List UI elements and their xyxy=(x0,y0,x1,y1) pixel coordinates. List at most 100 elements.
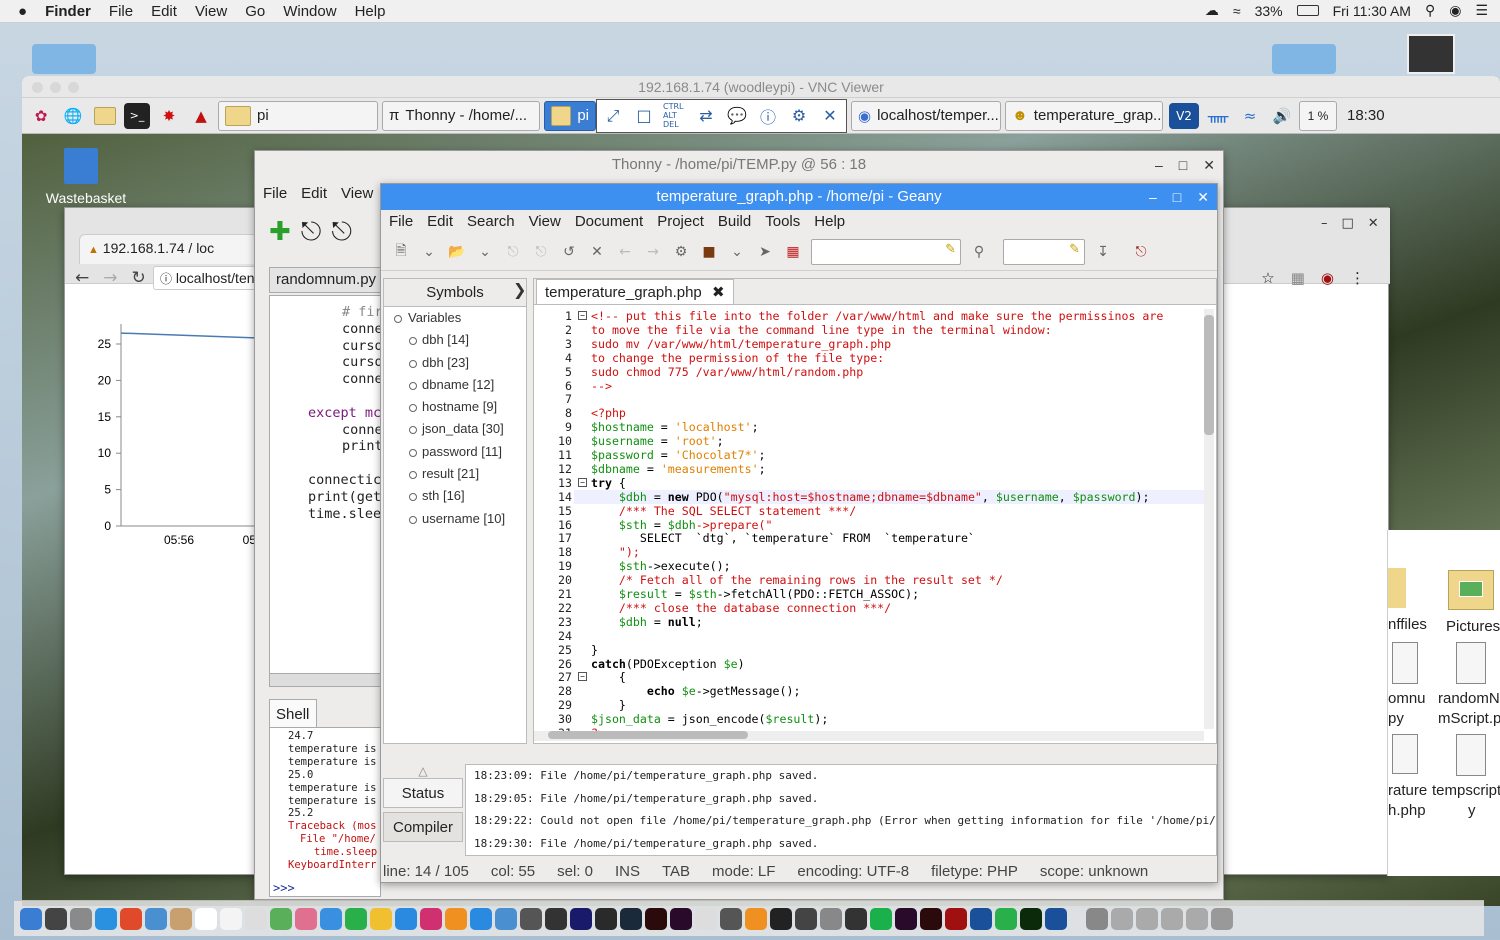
info-icon[interactable]: ⓘ xyxy=(756,104,780,128)
dock-app-icon[interactable] xyxy=(370,907,392,930)
fold-marker-icon[interactable]: − xyxy=(578,311,587,320)
goto-icon[interactable]: ↧ xyxy=(1093,242,1113,262)
dock-app-icon[interactable] xyxy=(595,907,617,930)
apple-icon[interactable]: ● xyxy=(18,3,27,20)
code-line[interactable]: $hostname = 'localhost'; xyxy=(591,420,759,434)
symbol-group-variables[interactable]: Variables xyxy=(384,307,526,329)
code-line[interactable]: } xyxy=(591,698,626,712)
dock-app-icon[interactable] xyxy=(570,907,592,930)
compiler-tab[interactable]: Compiler xyxy=(383,812,463,842)
dock-app-icon[interactable] xyxy=(995,907,1017,930)
star-icon[interactable]: ☆ xyxy=(1261,269,1274,287)
symbol-item[interactable]: sth [16] xyxy=(384,485,526,507)
dock-app-icon[interactable] xyxy=(745,907,767,930)
wifi-icon[interactable]: ≈ xyxy=(1237,103,1263,129)
battery-icon[interactable] xyxy=(1296,5,1319,16)
code-line[interactable]: $dbh = new PDO("mysql:host=$hostname;dbn… xyxy=(591,490,1150,504)
close-connection-icon[interactable]: ✕ xyxy=(818,104,842,128)
editor-hscrollbar[interactable] xyxy=(534,731,1204,741)
dock-app-icon[interactable] xyxy=(1020,907,1042,930)
dock-app-icon[interactable] xyxy=(195,907,217,930)
back-icon[interactable]: ← xyxy=(75,268,89,288)
back-icon[interactable]: ← xyxy=(615,242,635,262)
new-file-icon[interactable]: 🗎 xyxy=(391,242,411,262)
desktop-folder-icon[interactable] xyxy=(32,44,96,74)
dock-app-icon[interactable] xyxy=(945,907,967,930)
menu-help[interactable]: Help xyxy=(814,213,845,230)
code-line[interactable]: $result = $sth->fetchAll(PDO::FETCH_ASSO… xyxy=(591,587,919,601)
file-label[interactable]: tempscript xyxy=(1432,782,1500,799)
symbol-item[interactable]: dbname [12] xyxy=(384,374,526,396)
menu-help[interactable]: Help xyxy=(355,3,386,20)
tab-temperature-graph[interactable]: temperature_graph.php ✖ xyxy=(536,279,734,304)
menu-view[interactable]: View xyxy=(529,213,561,230)
menu-finder[interactable]: Finder xyxy=(45,3,91,20)
code-line[interactable]: to change the permission of the file typ… xyxy=(591,351,884,365)
color-chooser-icon[interactable]: ▦ xyxy=(783,242,803,262)
symbol-item[interactable]: username [10] xyxy=(384,508,526,530)
dock-app-icon[interactable] xyxy=(1086,907,1108,930)
menu-edit[interactable]: Edit xyxy=(151,3,177,20)
thonny-code-line[interactable]: curso xyxy=(342,354,380,370)
dock-app-icon[interactable] xyxy=(70,907,92,930)
dock-app-icon[interactable] xyxy=(1161,907,1183,930)
quit-icon[interactable]: ⎋ xyxy=(1131,242,1151,262)
taskbar-button-pi-active[interactable]: pi xyxy=(544,100,596,131)
thonny-code-line[interactable]: # fir xyxy=(342,304,380,320)
clear-icon[interactable]: ✎ xyxy=(1069,242,1080,257)
dock-app-icon[interactable] xyxy=(470,907,492,930)
code-line[interactable]: /*** close the database connection ***/ xyxy=(591,601,891,615)
menu-view[interactable]: View xyxy=(341,185,373,202)
dock-app-icon[interactable] xyxy=(345,907,367,930)
taskbar-button-pi[interactable]: pi xyxy=(218,100,378,131)
dock-app-icon[interactable] xyxy=(820,907,842,930)
file-label[interactable]: rature xyxy=(1388,782,1427,799)
dock-app-icon[interactable] xyxy=(1111,907,1133,930)
shell-output[interactable]: 24.7 temperature is temperature is 25.0 temp… xyxy=(269,727,381,897)
status-tab[interactable]: Status xyxy=(383,778,463,808)
new-file-icon[interactable]: ✚ xyxy=(269,217,291,248)
code-line[interactable]: $dbh = null; xyxy=(591,615,703,629)
bluetooth-icon[interactable]: ᚅ xyxy=(1205,103,1231,129)
forward-icon[interactable]: → xyxy=(103,268,117,288)
symbol-item[interactable]: hostname [9] xyxy=(384,396,526,418)
close-file-icon[interactable]: ✕ xyxy=(587,242,607,262)
spotlight-icon[interactable]: ⚲ xyxy=(1425,2,1435,19)
maximize-icon[interactable]: □ xyxy=(1179,151,1187,179)
dock-app-icon[interactable] xyxy=(695,907,717,930)
code-line[interactable]: $password = 'Chocolat7*'; xyxy=(591,448,766,462)
run-icon[interactable]: ➤ xyxy=(755,242,775,262)
code-line[interactable]: to move the file via the command line ty… xyxy=(591,323,1052,337)
thonny-editor[interactable]: # fir conne curso curso conne except mc conne p… xyxy=(269,295,381,675)
code-line[interactable]: } xyxy=(591,643,598,657)
folder-icon[interactable] xyxy=(1388,568,1406,608)
dock-app-icon[interactable] xyxy=(120,907,142,930)
mathematica-icon[interactable]: ✸ xyxy=(156,103,182,129)
dock-app-icon[interactable] xyxy=(720,907,742,930)
compile-icon[interactable]: ⚙ xyxy=(671,242,691,262)
thonny-code-line[interactable]: curso xyxy=(342,338,380,354)
dock-app-icon[interactable] xyxy=(1211,907,1233,930)
code-line[interactable]: <!-- put this file into the folder /var/… xyxy=(591,309,1163,323)
thonny-code-line[interactable]: conne xyxy=(342,371,380,387)
chat-icon[interactable]: 💬 xyxy=(725,104,749,128)
close-icon[interactable]: ✕ xyxy=(1368,216,1379,231)
ublock-icon[interactable]: ◉ xyxy=(1321,269,1334,287)
menu-file[interactable]: File xyxy=(389,213,413,230)
code-line[interactable]: $json_data = json_encode($result); xyxy=(591,712,828,726)
code-line[interactable]: "); xyxy=(591,545,640,559)
reload-icon[interactable]: ↻ xyxy=(132,268,146,288)
dock-app-icon[interactable] xyxy=(295,907,317,930)
fold-marker-icon[interactable]: − xyxy=(578,672,587,682)
build-icon[interactable]: ■ xyxy=(699,242,719,262)
menu-icon[interactable]: ⋮ xyxy=(1350,269,1365,287)
maximize-icon[interactable]: □ xyxy=(1173,184,1181,210)
save-file-icon[interactable]: ⎋ xyxy=(331,217,352,248)
dock-app-icon[interactable] xyxy=(245,907,267,930)
web-browser-icon[interactable]: 🌐 xyxy=(60,103,86,129)
desktop-thumbnail[interactable] xyxy=(1407,34,1455,74)
save-all-icon[interactable]: ⎋ xyxy=(531,242,551,262)
code-line[interactable]: /* Fetch all of the remaining rows in th… xyxy=(591,573,1003,587)
close-tab-icon[interactable]: ✖ xyxy=(712,284,725,301)
dropdown-icon[interactable]: ⌄ xyxy=(475,242,495,262)
